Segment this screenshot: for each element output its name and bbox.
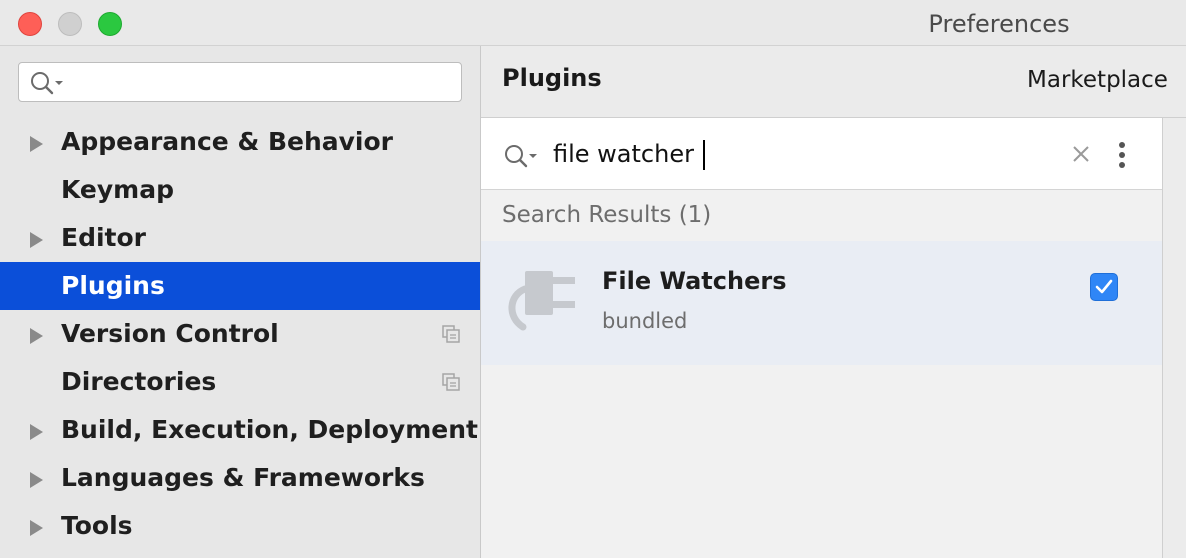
more-vertical-icon[interactable] — [1115, 140, 1129, 170]
sidebar-item-appearance-behavior[interactable]: Appearance & Behavior — [0, 118, 480, 166]
sidebar-item-label: Plugins — [61, 271, 165, 300]
plugins-panel: Search Results (1) File Watchers bundled — [481, 118, 1163, 558]
plugins-header: Plugins Marketplace — [481, 46, 1186, 118]
sidebar-item-version-control[interactable]: Version Control — [0, 310, 480, 358]
sidebar-item-label: Languages & Frameworks — [61, 463, 425, 492]
triangle-right-icon[interactable] — [30, 424, 43, 440]
plugin-search-bar — [481, 118, 1162, 190]
maximize-window-button[interactable] — [98, 12, 122, 36]
sidebar-item-label: Directories — [61, 367, 217, 396]
sidebar-item-label: Keymap — [61, 175, 175, 204]
minimize-window-button[interactable] — [58, 12, 82, 36]
sidebar-item-keymap[interactable]: Keymap — [0, 166, 480, 214]
plugin-name: File Watchers — [602, 267, 787, 295]
plugin-plug-icon — [508, 271, 575, 331]
plugin-enabled-checkbox[interactable] — [1090, 273, 1118, 301]
close-icon[interactable] — [1069, 142, 1093, 166]
checkmark-icon — [1095, 279, 1113, 294]
sidebar-item-languages-frameworks[interactable]: Languages & Frameworks — [0, 454, 480, 502]
sidebar-item-directories[interactable]: Directories — [0, 358, 480, 406]
close-window-button[interactable] — [18, 12, 42, 36]
copy-icon — [442, 325, 460, 343]
sidebar-item-label: Appearance & Behavior — [61, 127, 393, 156]
window-title: Preferences — [928, 10, 1070, 38]
triangle-right-icon[interactable] — [30, 328, 43, 344]
sidebar: Appearance & Behavior Keymap Editor Plugins… — [0, 46, 481, 558]
plugin-list-item[interactable]: File Watchers bundled — [481, 241, 1162, 365]
search-results-header: Search Results (1) — [502, 202, 712, 228]
plugin-tag: bundled — [602, 309, 688, 333]
triangle-right-icon[interactable] — [30, 232, 43, 248]
sidebar-item-label: Tools — [61, 511, 133, 540]
sidebar-item-label: Editor — [61, 223, 146, 252]
search-icon[interactable] — [503, 143, 543, 169]
sidebar-item-label: Version Control — [61, 319, 279, 348]
plugin-search-input[interactable] — [553, 136, 1023, 172]
triangle-right-icon[interactable] — [30, 472, 43, 488]
main-content: Plugins Marketplace Search Results (1) — [481, 46, 1186, 558]
title-bar: Preferences — [0, 0, 1186, 46]
sidebar-search-input[interactable] — [18, 62, 462, 102]
copy-icon — [442, 373, 460, 391]
text-cursor — [703, 140, 705, 170]
page-title: Plugins — [502, 64, 602, 92]
sidebar-item-plugins[interactable]: Plugins — [0, 262, 480, 310]
triangle-right-icon[interactable] — [30, 520, 43, 536]
settings-tree: Appearance & Behavior Keymap Editor Plugins… — [0, 118, 480, 550]
tab-marketplace[interactable]: Marketplace — [1027, 67, 1168, 93]
triangle-right-icon[interactable] — [30, 136, 43, 152]
sidebar-item-build-execution-deployment[interactable]: Build, Execution, Deployment — [0, 406, 480, 454]
sidebar-item-tools[interactable]: Tools — [0, 502, 480, 550]
sidebar-item-label: Build, Execution, Deployment — [61, 415, 478, 444]
search-icon — [31, 72, 63, 95]
sidebar-item-editor[interactable]: Editor — [0, 214, 480, 262]
